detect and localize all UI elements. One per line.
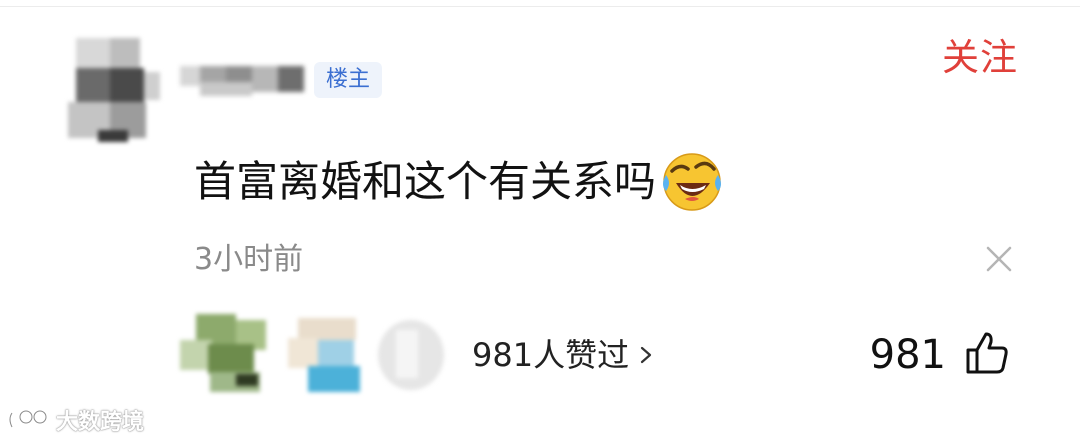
liker-avatar	[288, 318, 366, 396]
comment-text: 首富离婚和这个有关系吗	[194, 157, 657, 206]
avatar[interactable]	[68, 38, 160, 142]
likers-count-label: 981人赞过	[472, 336, 630, 374]
comment-text-row: 首富离婚和这个有关系吗	[194, 152, 726, 217]
watermark-text: 大数跨境	[56, 410, 145, 435]
follow-button[interactable]: 关注	[942, 38, 1018, 78]
chevron-right-icon	[640, 346, 652, 364]
owner-badge: 楼主	[314, 62, 382, 98]
like-count: 981	[869, 332, 946, 378]
timestamp: 3小时前	[194, 242, 304, 277]
divider	[0, 6, 1080, 7]
close-icon[interactable]	[984, 244, 1014, 274]
thumbs-up-icon[interactable]	[964, 330, 1010, 376]
liker-avatars[interactable]	[180, 314, 450, 394]
liker-avatar	[378, 320, 444, 390]
crying-laughing-emoji-icon	[663, 152, 722, 211]
watermark-logo-icon	[8, 409, 48, 428]
watermark: 大数跨境	[6, 400, 144, 440]
liker-avatar	[180, 314, 270, 392]
username[interactable]	[180, 62, 306, 98]
likers-link[interactable]: 981人赞过	[472, 334, 653, 376]
